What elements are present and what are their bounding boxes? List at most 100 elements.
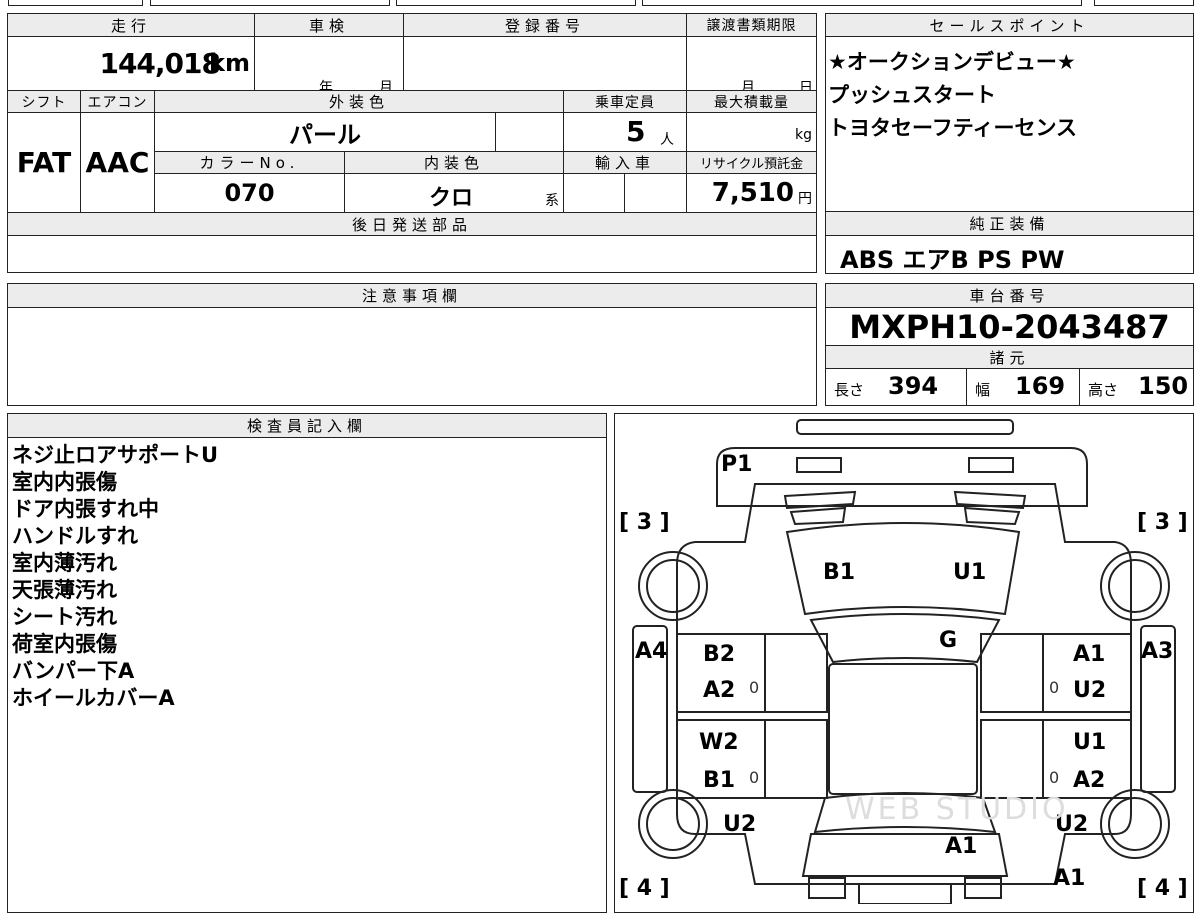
import-header: 輸入車	[563, 151, 686, 174]
recycle-header: リサイクル預託金	[686, 151, 816, 174]
zero-mark: 0	[749, 678, 760, 697]
load-header: 最大積載量	[686, 90, 816, 113]
spec-length: 長さ 394	[826, 369, 966, 405]
inspector-line: 荷室内張傷	[12, 632, 117, 656]
inspector-line: 室内内張傷	[12, 470, 117, 494]
chassis-panel: 車台番号 MXPH10-2043487 諸元 長さ 394 幅 169 高さ 1…	[825, 283, 1194, 406]
inspector-line: ホイールカバーA	[12, 686, 175, 710]
left-rear-door-label-1: W2	[699, 730, 739, 755]
capacity-value: 5	[626, 115, 646, 148]
sales-points-panel: セールスポイント ★オークションデビュー★ プッシュスタート トヨタセーフティー…	[825, 13, 1194, 213]
load-cell: kg	[686, 113, 816, 151]
sales-point-item: プッシュスタート	[828, 83, 996, 107]
width-value: 169	[1015, 372, 1066, 400]
genuine-equipment-value: ABS エアB PS PW	[840, 246, 1065, 274]
ac-value: AAC	[80, 113, 154, 212]
notes-header: 注意事項欄	[8, 284, 816, 308]
right-front-door-label-2: U2	[1073, 678, 1107, 703]
chassis-header: 車台番号	[826, 284, 1193, 308]
mileage-header: 走行	[8, 14, 254, 37]
load-unit: kg	[795, 127, 812, 143]
inspector-notes: ネジ止ロアサポートU 室内内張傷 ドア内張すれ中 ハンドルすれ 室内薄汚れ 天張…	[12, 442, 218, 712]
rear-right-tire-label: [ 4 ]	[1137, 876, 1188, 901]
interior-cell: クロ 系	[344, 174, 563, 212]
sales-point-item: トヨタセーフティーセンス	[828, 116, 1078, 140]
zero-mark: 0	[1049, 768, 1060, 787]
color-no-value: 070	[154, 174, 344, 212]
front-left-tire-label: [ 3 ]	[619, 510, 670, 535]
interior-header: 内装色	[344, 151, 563, 174]
import-cell-b	[624, 174, 686, 212]
rear-bumper-label: A1	[1053, 866, 1086, 891]
left-rear-door-label-2: B1	[703, 768, 736, 793]
chassis-number: MXPH10-2043487	[849, 308, 1170, 346]
exterior-header: 外装色	[154, 90, 563, 113]
left-rear-wheel-label: U2	[723, 812, 757, 837]
recycle-unit: 円	[798, 191, 812, 207]
import-cell-a	[563, 174, 624, 212]
inspector-line: バンパー下A	[12, 659, 135, 683]
mileage-unit: km	[209, 49, 250, 77]
sales-points-list: ★オークションデビュー★ プッシュスタート トヨタセーフティーセンス	[828, 46, 1077, 145]
inspector-line: 天張薄汚れ	[12, 578, 117, 602]
inspector-line: 室内薄汚れ	[12, 551, 117, 575]
left-side-label: A4	[635, 639, 668, 664]
top-strip	[0, 0, 1200, 6]
interior-value: クロ	[429, 186, 474, 211]
transfer-header: 譲渡書類期限	[686, 14, 816, 37]
genuine-equipment-panel: 純正装備 ABS エアB PS PW	[825, 211, 1194, 274]
height-value: 150	[1138, 372, 1189, 400]
length-value: 394	[888, 372, 939, 400]
width-label: 幅	[975, 381, 991, 399]
inspector-line: ネジ止ロアサポートU	[12, 443, 219, 467]
right-rear-door-label-1: U1	[1073, 730, 1107, 755]
shift-value: FAT	[16, 146, 72, 179]
watermark: WEB STUDIO	[845, 792, 1069, 827]
capacity-header: 乗車定員	[563, 90, 686, 113]
sales-point-item: ★オークションデビュー★	[828, 50, 1076, 74]
inspector-line: シート汚れ	[12, 605, 117, 629]
notes-panel: 注意事項欄	[7, 283, 817, 406]
right-rear-door-label-2: A2	[1073, 768, 1106, 793]
spec-width: 幅 169	[966, 369, 1079, 405]
car-diagram-panel: P1 [ 3 ] [ 3 ] B1 U1 G A4 A3 B2 A2 0 A1 …	[614, 413, 1194, 913]
spec-height: 高さ 150	[1079, 369, 1193, 405]
left-front-door-label-1: B2	[703, 642, 736, 667]
capacity-cell: 5 人	[563, 113, 686, 151]
right-front-door-label-1: A1	[1073, 642, 1106, 667]
specs-header: 諸元	[826, 345, 1193, 369]
sales-points-header: セールスポイント	[826, 14, 1193, 37]
color-no-header: カラーNo.	[154, 151, 344, 174]
inspector-line: ハンドルすれ	[12, 524, 138, 548]
right-side-label: A3	[1141, 639, 1174, 664]
hood-label-2: U1	[953, 560, 987, 585]
trunk-label: A1	[945, 834, 978, 859]
later-parts-header: 後日発送部品	[8, 212, 816, 236]
left-front-door-label-2: A2	[703, 678, 736, 703]
car-outline	[632, 419, 1176, 904]
hood-label-1: B1	[823, 560, 856, 585]
genuine-equipment-header: 純正装備	[826, 212, 1193, 236]
ac-header: エアコン	[80, 90, 154, 113]
recycle-value: 7,510	[711, 178, 794, 208]
front-bumper-label: P1	[721, 452, 753, 477]
recycle-cell: 7,510 円	[686, 174, 816, 212]
inspector-header: 検査員記入欄	[8, 414, 606, 438]
zero-mark: 0	[749, 768, 760, 787]
inspector-line: ドア内張すれ中	[12, 497, 159, 521]
front-right-tire-label: [ 3 ]	[1137, 510, 1188, 535]
vehicle-info-panel: 走行 車検 登録番号 譲渡書類期限 144,018 km 年 月 月 日 シフト…	[7, 13, 817, 273]
inspection-header: 車検	[254, 14, 403, 37]
interior-suffix: 系	[545, 193, 559, 209]
zero-mark: 0	[1049, 678, 1060, 697]
capacity-unit: 人	[660, 132, 674, 148]
registration-header: 登録番号	[403, 14, 686, 37]
mileage-value: 144,018	[99, 47, 221, 80]
rear-left-tire-label: [ 4 ]	[619, 876, 670, 901]
exterior-extra-cell	[495, 113, 563, 151]
length-label: 長さ	[834, 381, 865, 399]
shift-header: シフト	[8, 90, 80, 113]
exterior-value: パール	[154, 113, 495, 151]
inspector-panel: 検査員記入欄 ネジ止ロアサポートU 室内内張傷 ドア内張すれ中 ハンドルすれ 室…	[7, 413, 607, 913]
height-label: 高さ	[1088, 381, 1119, 399]
